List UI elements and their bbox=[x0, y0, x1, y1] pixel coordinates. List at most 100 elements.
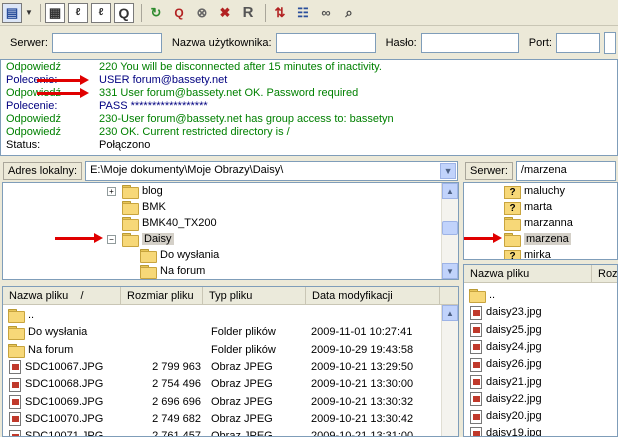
local-tree-scrollbar[interactable]: ▲ ▼ bbox=[441, 183, 458, 279]
dropdown-arrow-icon[interactable]: ▼ bbox=[25, 3, 33, 23]
tree-node-na-forum[interactable]: Na forum bbox=[140, 263, 205, 279]
toggle-log-icon[interactable]: ▦ bbox=[45, 2, 65, 23]
refresh-icon[interactable]: ↻ bbox=[146, 3, 166, 23]
expand-icon[interactable]: + bbox=[107, 186, 116, 196]
jpeg-file-icon bbox=[9, 429, 21, 436]
file-size: 2 696 696 bbox=[152, 395, 201, 408]
file-name: daisy23.jpg bbox=[486, 306, 542, 319]
table-row[interactable]: SDC10068.JPG 2 754 496 Obraz JPEG 2009-10-2… bbox=[3, 376, 458, 393]
chevron-down-icon[interactable]: ▼ bbox=[440, 163, 457, 179]
column-header-name[interactable]: Nazwa pliku bbox=[464, 265, 592, 283]
tree-node-do-wyslania[interactable]: Do wysłania bbox=[140, 247, 219, 263]
username-input[interactable] bbox=[275, 33, 376, 53]
toggle-local-tree-icon[interactable]: ℓ bbox=[68, 2, 88, 23]
table-row[interactable]: SDC10067.JPG 2 799 963 Obraz JPEG 2009-10-2… bbox=[3, 359, 458, 376]
port-input[interactable] bbox=[555, 33, 600, 53]
file-name: Na forum bbox=[28, 343, 74, 356]
local-list-scrollbar[interactable]: ▲ bbox=[441, 305, 458, 436]
tree-node-daisy[interactable]: − Daisy bbox=[107, 231, 174, 247]
table-row[interactable]: daisy24.jpg bbox=[464, 339, 617, 356]
tree-node-label: maluchy bbox=[524, 185, 565, 197]
jpeg-file-icon bbox=[470, 323, 482, 338]
tree-node-marzanna[interactable]: marzanna bbox=[504, 215, 573, 231]
table-row[interactable]: Do wysłania Folder plików 2009-11-01 10:27… bbox=[3, 324, 458, 341]
folder-icon bbox=[122, 232, 139, 247]
question-folder-icon bbox=[504, 185, 521, 199]
table-row[interactable]: daisy23.jpg bbox=[464, 304, 617, 321]
local-path-bar: Adres lokalny: E:\Moje dokumenty\Moje Ob… bbox=[0, 160, 460, 182]
table-row[interactable]: .. bbox=[464, 287, 617, 304]
local-path-input[interactable]: E:\Moje dokumenty\Moje Obrazy\Daisy\ ▼ bbox=[85, 161, 459, 181]
file-date: 2009-10-21 13:30:00 bbox=[311, 378, 414, 391]
log-key: Polecenie: bbox=[6, 100, 58, 112]
local-path-value: E:\Moje dokumenty\Moje Obrazy\Daisy\ bbox=[90, 164, 284, 176]
toggle-remote-tree-icon[interactable]: ℓ bbox=[91, 2, 111, 23]
scroll-up-icon[interactable]: ▲ bbox=[442, 183, 458, 199]
reconnect-icon[interactable]: R bbox=[238, 3, 258, 23]
file-date: 2009-10-21 13:29:50 bbox=[311, 360, 414, 373]
scroll-up-icon[interactable]: ▲ bbox=[442, 305, 458, 321]
site-manager-icon[interactable]: ▤ bbox=[2, 2, 22, 23]
filter-icon[interactable]: ⇅ bbox=[270, 3, 290, 23]
password-input[interactable] bbox=[420, 33, 519, 53]
file-name: .. bbox=[28, 309, 35, 321]
splitter[interactable] bbox=[463, 260, 618, 262]
table-row[interactable]: SDC10070.JPG 2 749 682 Obraz JPEG 2009-10-2… bbox=[3, 411, 458, 428]
table-row[interactable]: daisy19.jpg bbox=[464, 425, 617, 436]
tree-node-marzena[interactable]: marzena bbox=[504, 231, 571, 247]
jpeg-file-icon bbox=[470, 426, 482, 436]
log-value: 220 You will be disconnected after 15 mi… bbox=[99, 61, 382, 73]
log-value: Połączono bbox=[99, 139, 151, 151]
compare-icon[interactable]: ☷ bbox=[293, 3, 313, 23]
queue-icon[interactable]: Q bbox=[114, 2, 134, 23]
server-input[interactable] bbox=[51, 33, 162, 53]
column-header-size[interactable]: Roz bbox=[592, 265, 617, 283]
folder-icon bbox=[504, 232, 521, 247]
table-row[interactable]: Na forum Folder plików 2009-10-29 19:43:58 bbox=[3, 342, 458, 359]
remote-folder-tree: maluchy marta marzanna marzena mirka bbox=[463, 182, 618, 260]
table-row[interactable]: daisy20.jpg bbox=[464, 408, 617, 425]
table-row[interactable]: SDC10069.JPG 2 696 696 Obraz JPEG 2009-10-2… bbox=[3, 394, 458, 411]
column-header-type[interactable]: Typ pliku bbox=[203, 287, 306, 305]
column-header-name[interactable]: Nazwa pliku / bbox=[3, 287, 121, 305]
search-icon[interactable]: ⌕ bbox=[339, 3, 359, 23]
column-header-size[interactable]: Rozmiar pliku bbox=[121, 287, 203, 305]
cancel-icon[interactable]: ⊗ bbox=[192, 3, 212, 23]
file-name: .. bbox=[489, 289, 496, 301]
tree-node-bmk40[interactable]: BMK40_TX200 bbox=[122, 215, 217, 231]
sync-browse-icon[interactable]: ∞ bbox=[316, 3, 336, 23]
table-row[interactable]: daisy21.jpg bbox=[464, 374, 617, 391]
scroll-thumb[interactable] bbox=[442, 221, 458, 235]
scroll-down-icon[interactable]: ▼ bbox=[442, 263, 458, 279]
table-row[interactable]: .. bbox=[3, 307, 458, 324]
tree-node-blog[interactable]: + blog bbox=[107, 183, 163, 199]
file-date: 2009-10-21 13:30:42 bbox=[311, 412, 414, 425]
file-name: daisy26.jpg bbox=[486, 358, 542, 371]
quickconnect-button[interactable] bbox=[603, 32, 616, 54]
column-header-date[interactable]: Data modyfikacji bbox=[306, 287, 440, 305]
file-date: 2009-10-29 19:43:58 bbox=[311, 343, 414, 356]
tree-node-mirka[interactable]: mirka bbox=[504, 247, 551, 259]
process-queue-icon[interactable]: Q bbox=[169, 3, 189, 23]
remote-path-input[interactable]: /marzena bbox=[515, 161, 616, 181]
local-path-label: Adres lokalny: bbox=[3, 162, 83, 180]
remote-path-bar: Serwer: /marzena bbox=[462, 160, 618, 182]
table-row[interactable]: daisy22.jpg bbox=[464, 391, 617, 408]
collapse-icon[interactable]: − bbox=[107, 234, 116, 244]
table-row[interactable]: daisy25.jpg bbox=[464, 322, 617, 339]
tree-node-maluchy[interactable]: maluchy bbox=[504, 183, 565, 199]
file-name: daisy20.jpg bbox=[486, 410, 542, 423]
tree-node-bmk[interactable]: BMK bbox=[122, 199, 166, 215]
table-row[interactable]: daisy26.jpg bbox=[464, 356, 617, 373]
folder-icon bbox=[8, 309, 25, 323]
file-type: Folder plików bbox=[211, 343, 276, 356]
file-size: 2 761 457 bbox=[152, 430, 201, 437]
table-row[interactable]: SDC10071.JPG 2 761 457 Obraz JPEG 2009-10-2… bbox=[3, 428, 458, 437]
local-list-header: Nazwa pliku / Rozmiar pliku Typ pliku Da… bbox=[3, 287, 458, 305]
folder-icon bbox=[140, 264, 157, 279]
log-key: Odpowiedź bbox=[6, 126, 62, 138]
password-label: Hasło: bbox=[385, 37, 417, 49]
tree-node-label: marzanna bbox=[524, 217, 573, 229]
disconnect-icon[interactable]: ✖ bbox=[215, 3, 235, 23]
tree-node-marta[interactable]: marta bbox=[504, 199, 552, 215]
